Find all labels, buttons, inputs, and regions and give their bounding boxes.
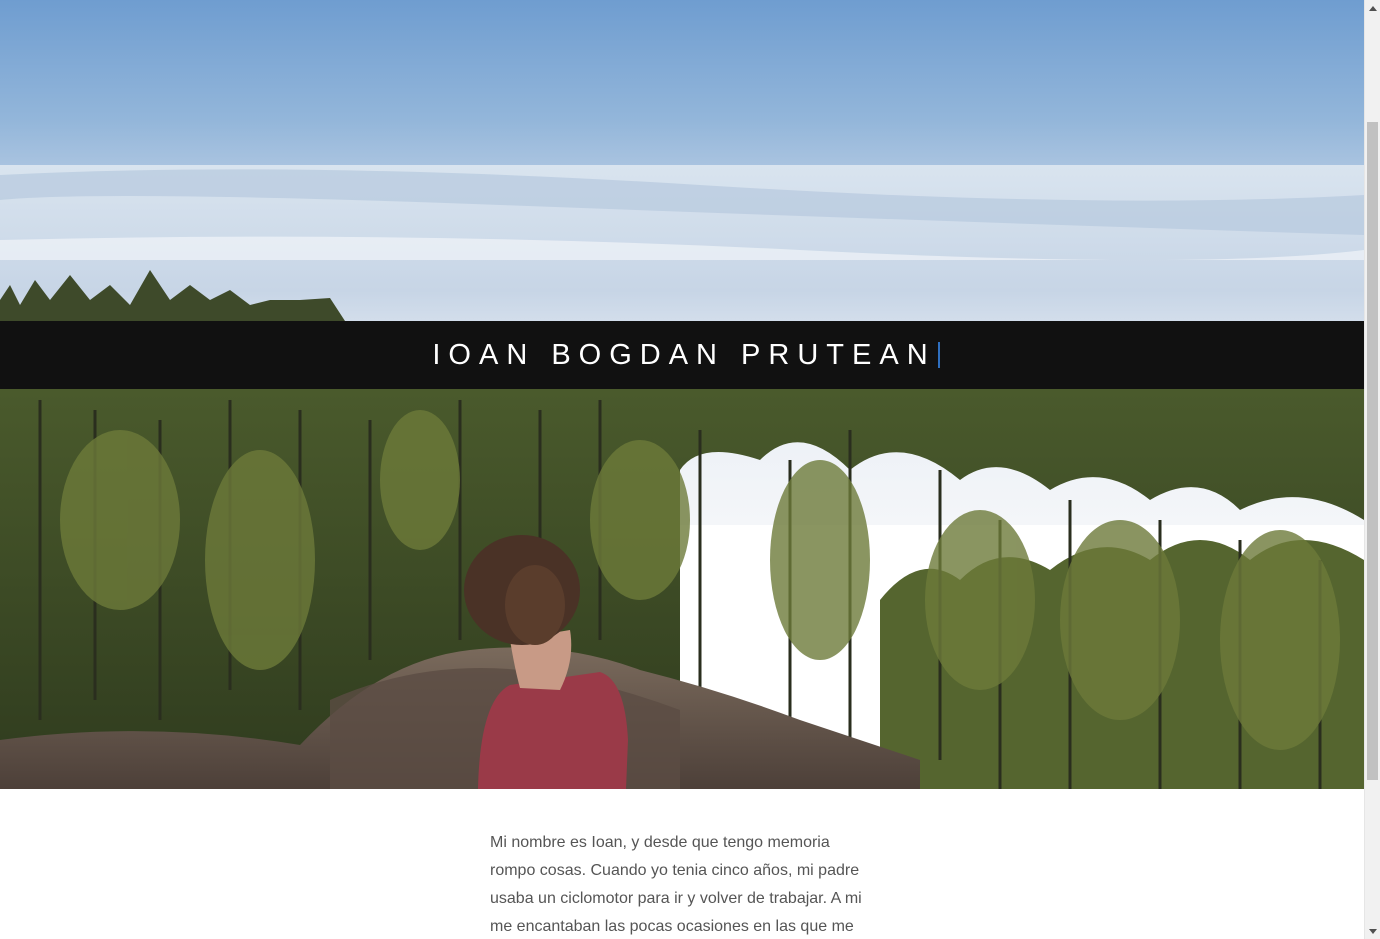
- browser-viewport: IOAN BOGDAN PRUTEAN Mi nombre es Ioan, y…: [0, 0, 1380, 939]
- arrow-down-icon: [1369, 928, 1377, 934]
- scrollbar-thumb[interactable]: [1367, 122, 1378, 780]
- scroll-down-button[interactable]: [1365, 923, 1380, 939]
- site-title: IOAN BOGDAN PRUTEAN: [432, 339, 936, 371]
- hero-landscape-image: [0, 0, 1364, 789]
- arrow-up-icon: [1369, 5, 1377, 11]
- bio-section: Mi nombre es Ioan, y desde que tengo mem…: [490, 829, 870, 939]
- scroll-up-button[interactable]: [1365, 0, 1380, 16]
- title-banner: IOAN BOGDAN PRUTEAN: [0, 321, 1364, 389]
- bio-paragraph: Mi nombre es Ioan, y desde que tengo mem…: [490, 834, 862, 935]
- vertical-scrollbar[interactable]: [1364, 0, 1380, 939]
- page: IOAN BOGDAN PRUTEAN Mi nombre es Ioan, y…: [0, 0, 1364, 939]
- hero-photo: [0, 0, 1364, 789]
- typing-caret: [937, 342, 940, 368]
